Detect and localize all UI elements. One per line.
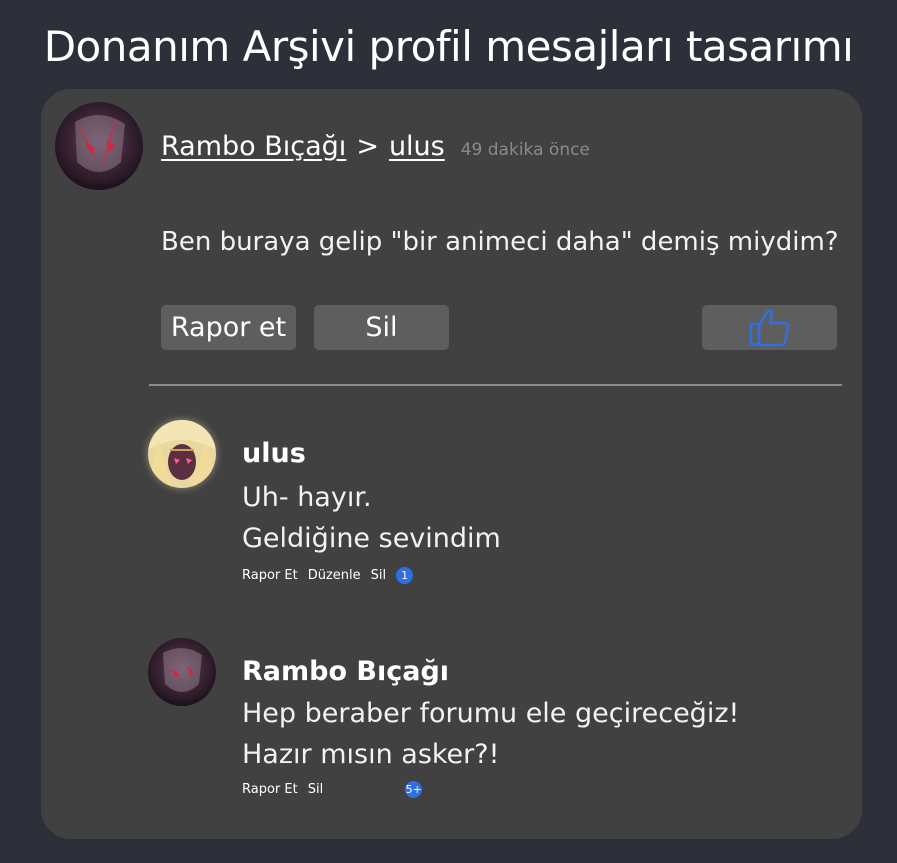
page-title: Donanım Arşivi profil mesajları tasarımı bbox=[43, 22, 854, 71]
reply-report-link[interactable]: Rapor Et bbox=[242, 568, 298, 583]
reply-actions: Rapor Et Sil 5+ bbox=[242, 781, 423, 798]
reply-edit-link[interactable]: Düzenle bbox=[308, 568, 361, 583]
avatar-image bbox=[148, 638, 216, 706]
reply-delete-link[interactable]: Sil bbox=[371, 568, 386, 583]
reply-avatar[interactable] bbox=[148, 638, 216, 706]
reply-report-link[interactable]: Rapor Et bbox=[242, 782, 298, 797]
avatar-image bbox=[148, 420, 216, 488]
recipient-separator: > bbox=[356, 131, 379, 162]
report-button[interactable]: Rapor et bbox=[161, 305, 296, 350]
reply-author[interactable]: Rambo Bıçağı bbox=[242, 656, 449, 687]
like-button[interactable] bbox=[702, 305, 837, 350]
post-timestamp: 49 dakika önce bbox=[460, 140, 590, 160]
divider bbox=[149, 384, 842, 386]
like-count-badge[interactable]: 1 bbox=[396, 567, 414, 584]
reply-text-line: Hazır mısın asker?! bbox=[242, 739, 500, 770]
reply-text-line: Hep beraber forumu ele geçireceğiz! bbox=[242, 698, 740, 729]
delete-button[interactable]: Sil bbox=[314, 305, 449, 350]
post-header: Rambo Bıçağı > ulus 49 dakika önce bbox=[161, 131, 590, 162]
reply-text-line: Uh- hayır. bbox=[242, 482, 372, 513]
avatar-image bbox=[55, 102, 143, 190]
reply-author[interactable]: ulus bbox=[242, 438, 306, 469]
reply-text-line: Geldiğine sevindim bbox=[242, 523, 501, 554]
reply-delete-link[interactable]: Sil bbox=[308, 782, 323, 797]
recipient-link[interactable]: ulus bbox=[389, 131, 445, 162]
like-count-badge[interactable]: 5+ bbox=[405, 781, 423, 798]
avatar[interactable] bbox=[55, 102, 143, 190]
reply-actions: Rapor Et Düzenle Sil 1 bbox=[242, 567, 414, 584]
reply-avatar[interactable] bbox=[148, 420, 216, 488]
post-text: Ben buraya gelip "bir animeci daha" demi… bbox=[161, 227, 839, 257]
profile-message-card: Rambo Bıçağı > ulus 49 dakika önce Ben bura… bbox=[41, 89, 862, 839]
author-link[interactable]: Rambo Bıçağı bbox=[161, 131, 346, 162]
thumbs-up-icon bbox=[749, 309, 789, 347]
